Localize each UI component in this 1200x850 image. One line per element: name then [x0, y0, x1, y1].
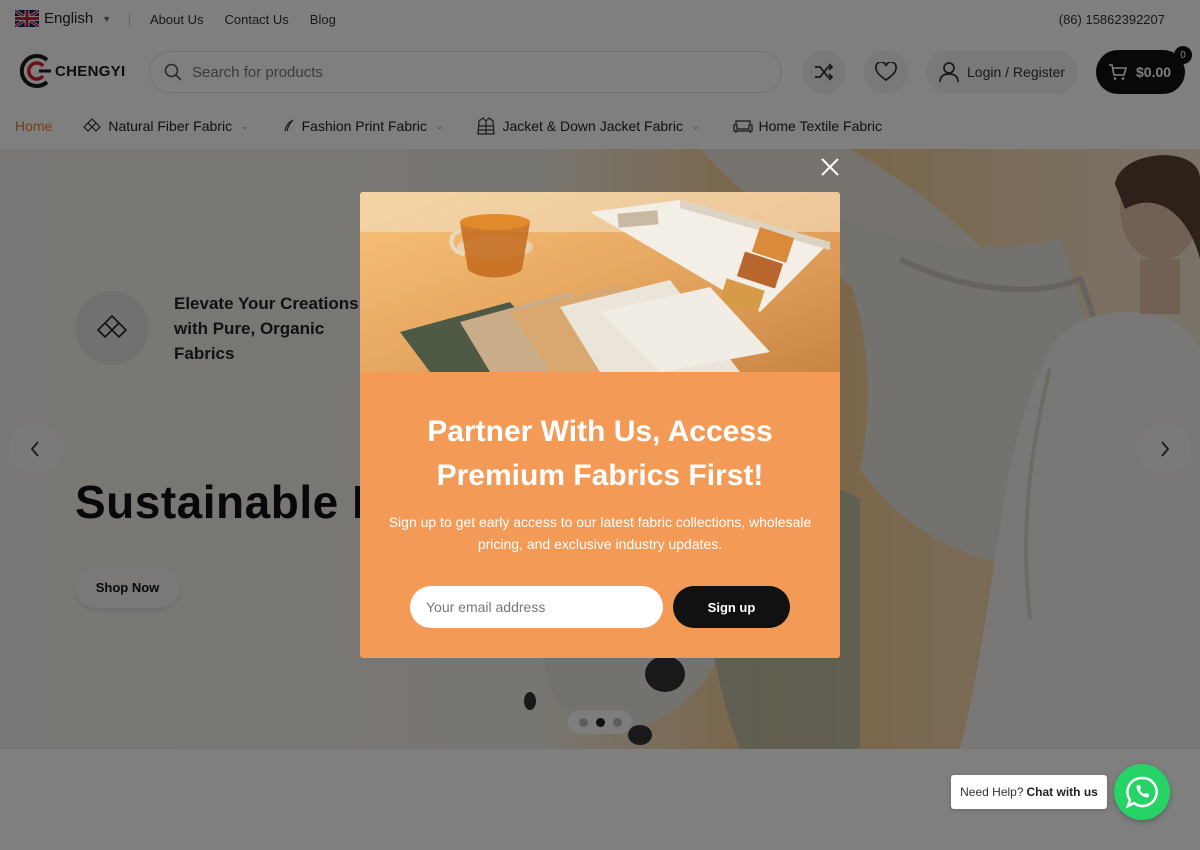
email-input[interactable] — [410, 586, 663, 628]
popup-title: Partner With Us, Access Premium Fabrics … — [427, 415, 773, 492]
chat-prefix: Need Help? — [960, 785, 1024, 799]
popup-description: Sign up to get early access to our lates… — [388, 514, 812, 552]
fabric-swatches-image — [360, 192, 840, 372]
chat-help-bubble[interactable]: Need Help? Chat with us — [951, 775, 1107, 809]
chat-label: Chat with us — [1026, 785, 1098, 799]
close-icon[interactable] — [818, 155, 842, 179]
newsletter-popup: Partner With Us, Access Premium Fabrics … — [360, 192, 840, 658]
whatsapp-button[interactable] — [1114, 764, 1170, 820]
signup-button[interactable]: Sign up — [673, 586, 790, 628]
whatsapp-icon — [1125, 776, 1158, 809]
